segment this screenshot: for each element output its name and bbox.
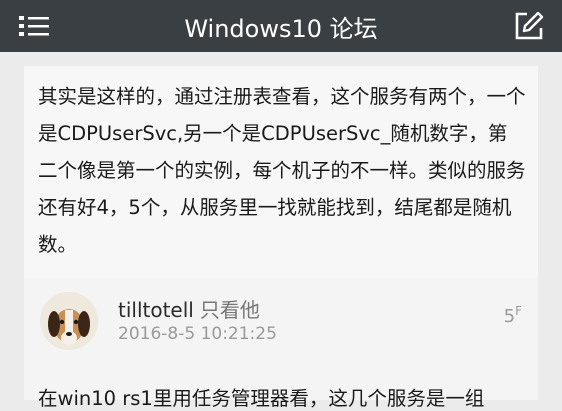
post-body-text: 其实是这样的，通过注册表查看，这个服务有两个，一个是CDPUserSvc,另一个… <box>38 85 526 256</box>
page-title: Windows10 论坛 <box>184 14 378 43</box>
avatar[interactable] <box>40 292 98 350</box>
floor-number: 5F <box>504 304 522 327</box>
compose-icon[interactable] <box>512 10 546 42</box>
username[interactable]: tilltotell <box>118 298 194 322</box>
post-time: 2016-8-5 10:21:25 <box>118 324 277 344</box>
reply-post: tilltotell 只看他 2016-8-5 10:21:25 5F 在win1… <box>24 278 538 410</box>
top-bar: Windows10 论坛 <box>0 0 562 52</box>
floor-num: 5 <box>503 306 516 327</box>
list-menu-icon[interactable] <box>16 12 52 40</box>
previous-post: 其实是这样的，通过注册表查看，这个服务有两个，一个是CDPUserSvc,另一个… <box>24 66 538 278</box>
reply-author[interactable]: tilltotell 只看他 <box>118 294 260 323</box>
floor-suffix: F <box>515 304 522 318</box>
reply-body-text: 在win10 rs1里用任务管理器看，这几个服务是一组 <box>38 387 485 410</box>
only-him-link[interactable]: 只看他 <box>200 298 260 322</box>
